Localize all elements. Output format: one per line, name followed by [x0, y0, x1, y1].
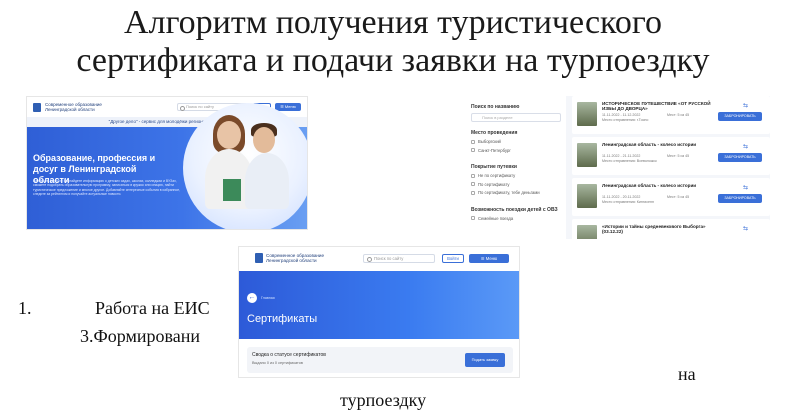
filter-option-label: Выборгский — [478, 139, 501, 144]
tour-image — [577, 143, 597, 167]
back-arrow-icon[interactable]: ← — [247, 293, 257, 303]
checkbox-icon[interactable] — [471, 216, 475, 220]
filter-option-label: По сертификату — [478, 181, 510, 187]
checkbox-icon[interactable] — [471, 173, 475, 178]
tour-card[interactable]: ИСТОРИЧЕСКОЕ ПУТЕШЕСТВИЕ «ОТ РУССКОЙ ИЗБ… — [572, 96, 770, 134]
tour-image — [577, 184, 597, 208]
list-item-text: Работа на ЕИС — [95, 298, 210, 318]
filter-option[interactable]: По сертификату — [471, 182, 561, 187]
tour-place: Место отправления: Кингисепп — [602, 199, 654, 204]
brand-line2: Ленинградской области — [266, 258, 317, 264]
filter-option-label: По сертификату, тебе деньгами — [478, 190, 540, 195]
tour-card[interactable]: «Истории и тайны средневекового Выборга»… — [572, 219, 770, 239]
list-item-text: 3.Формировани — [80, 326, 200, 346]
list-item-number: 1. — [18, 298, 32, 318]
checkbox-icon[interactable] — [471, 139, 475, 144]
checkbox-icon[interactable] — [471, 190, 475, 195]
menu-button[interactable]: ☰ Меню — [469, 254, 509, 263]
portal-brand[interactable]: Современное образование Ленинградской об… — [45, 102, 115, 112]
share-icon[interactable]: ⇆ — [743, 225, 748, 232]
filter-option[interactable]: Семейные поезда — [471, 216, 561, 221]
region-logo-icon — [33, 102, 41, 112]
tour-list: ИСТОРИЧЕСКОЕ ПУТЕШЕСТВИЕ «ОТ РУССКОЙ ИЗБ… — [572, 96, 770, 239]
slide-title-line2: сертификата и подачи заявки на турпоездк… — [76, 42, 710, 79]
apply-button[interactable]: Подать заявку — [465, 353, 505, 367]
tour-card[interactable]: Ленинградская область - колесо истории 1… — [572, 178, 770, 216]
share-icon[interactable]: ⇆ — [743, 102, 748, 109]
tour-image — [577, 102, 597, 126]
tour-image — [577, 225, 597, 239]
tour-card[interactable]: Ленинградская область - колесо истории 1… — [572, 137, 770, 175]
portal-header: Современное образование Ленинградской об… — [239, 247, 519, 271]
list-item-text-fragment: турпоездку — [340, 390, 427, 410]
student-photo-2-face — [253, 127, 275, 153]
login-button[interactable]: Войти — [442, 254, 464, 263]
search-input[interactable]: Поиск по сайту — [363, 254, 435, 263]
landing-screenshot: Современное образование Ленинградской об… — [26, 96, 308, 230]
hero-text: На нашем портале Вы найдете информацию о… — [33, 179, 181, 197]
filter-option[interactable]: По сертификату, тебе деньгами — [471, 190, 561, 195]
tour-title[interactable]: ИСТОРИЧЕСКОЕ ПУТЕШЕСТВИЕ «ОТ РУССКОЙ ИЗБ… — [602, 101, 722, 112]
filter-search-input[interactable]: Поиск в разделе — [471, 113, 561, 122]
share-icon[interactable]: ⇆ — [743, 184, 748, 191]
book-button[interactable]: ЗАБРОНИРОВАТЬ — [718, 153, 762, 162]
certificate-status-panel: Сводка о статусе сертификатов Выдано 0 и… — [247, 347, 513, 373]
tours-screenshot: Поиск по названию Поиск в разделе Место … — [466, 96, 770, 239]
student-photo-face — [217, 121, 241, 149]
filter-option-label: Семейные поезда — [478, 215, 514, 221]
tour-place: Место отправления: г.Тосно — [602, 117, 649, 122]
filter-search-heading: Поиск по названию — [471, 104, 520, 110]
portal-brand[interactable]: Современное образование Ленинградской об… — [266, 253, 346, 264]
panel-subtitle: Выдано 0 из 0 сертификатов — [252, 361, 303, 365]
tour-seats: Мест: 5 из 45 — [667, 113, 690, 117]
tour-place: Место отправления: Всеволожск — [602, 158, 657, 163]
filter-age-heading: Возможность поездки детей с ОВЗ — [471, 206, 558, 213]
tour-seats: Мест: 5 из 45 — [667, 154, 690, 158]
checkbox-icon[interactable] — [471, 148, 475, 152]
menu-button[interactable]: ☰ Меню — [275, 103, 301, 111]
brand-line2: Ленинградской области — [45, 107, 95, 112]
slide-title: Алгоритм получения туристического сертиф… — [0, 4, 786, 80]
certificates-screenshot: Современное образование Ленинградской об… — [238, 246, 520, 378]
book-button[interactable]: ЗАБРОНИРОВАТЬ — [718, 112, 762, 121]
filter-place-heading: Место проведения — [471, 130, 518, 136]
page-hero: ← Главная Сертификаты — [239, 271, 519, 339]
breadcrumb[interactable]: Главная — [261, 296, 275, 300]
book-button[interactable]: ЗАБРОНИРОВАТЬ — [718, 194, 762, 203]
student-photo-2-body — [245, 153, 289, 209]
region-logo-icon — [255, 253, 263, 263]
book-image — [223, 179, 241, 201]
filter-option[interactable]: Выборгский — [471, 139, 561, 144]
filter-option-label: Санкт-Петербург — [478, 147, 511, 153]
tour-title[interactable]: Ленинградская область - колесо истории — [602, 142, 722, 147]
filter-option-label: Не по сертификату — [478, 173, 516, 178]
list-item-text-fragment: на — [678, 364, 696, 384]
share-icon[interactable]: ⇆ — [743, 143, 748, 150]
filter-option[interactable]: Санкт-Петербург — [471, 148, 561, 153]
tour-title[interactable]: Ленинградская область - колесо истории — [602, 183, 722, 188]
tour-title[interactable]: «Истории и тайны средневекового Выборга»… — [602, 224, 722, 235]
page-title: Сертификаты — [247, 313, 318, 325]
filter-option[interactable]: Не по сертификату — [471, 173, 561, 178]
tour-seats: Мест: 5 из 45 — [667, 195, 690, 199]
slide-title-line1: Алгоритм получения туристического — [124, 4, 662, 41]
filter-sidebar: Поиск по названию Поиск в разделе Место … — [466, 96, 566, 239]
filter-cover-heading: Покрытие путевки — [471, 164, 517, 170]
checkbox-icon[interactable] — [471, 182, 475, 186]
panel-title: Сводка о статусе сертификатов — [252, 352, 326, 358]
